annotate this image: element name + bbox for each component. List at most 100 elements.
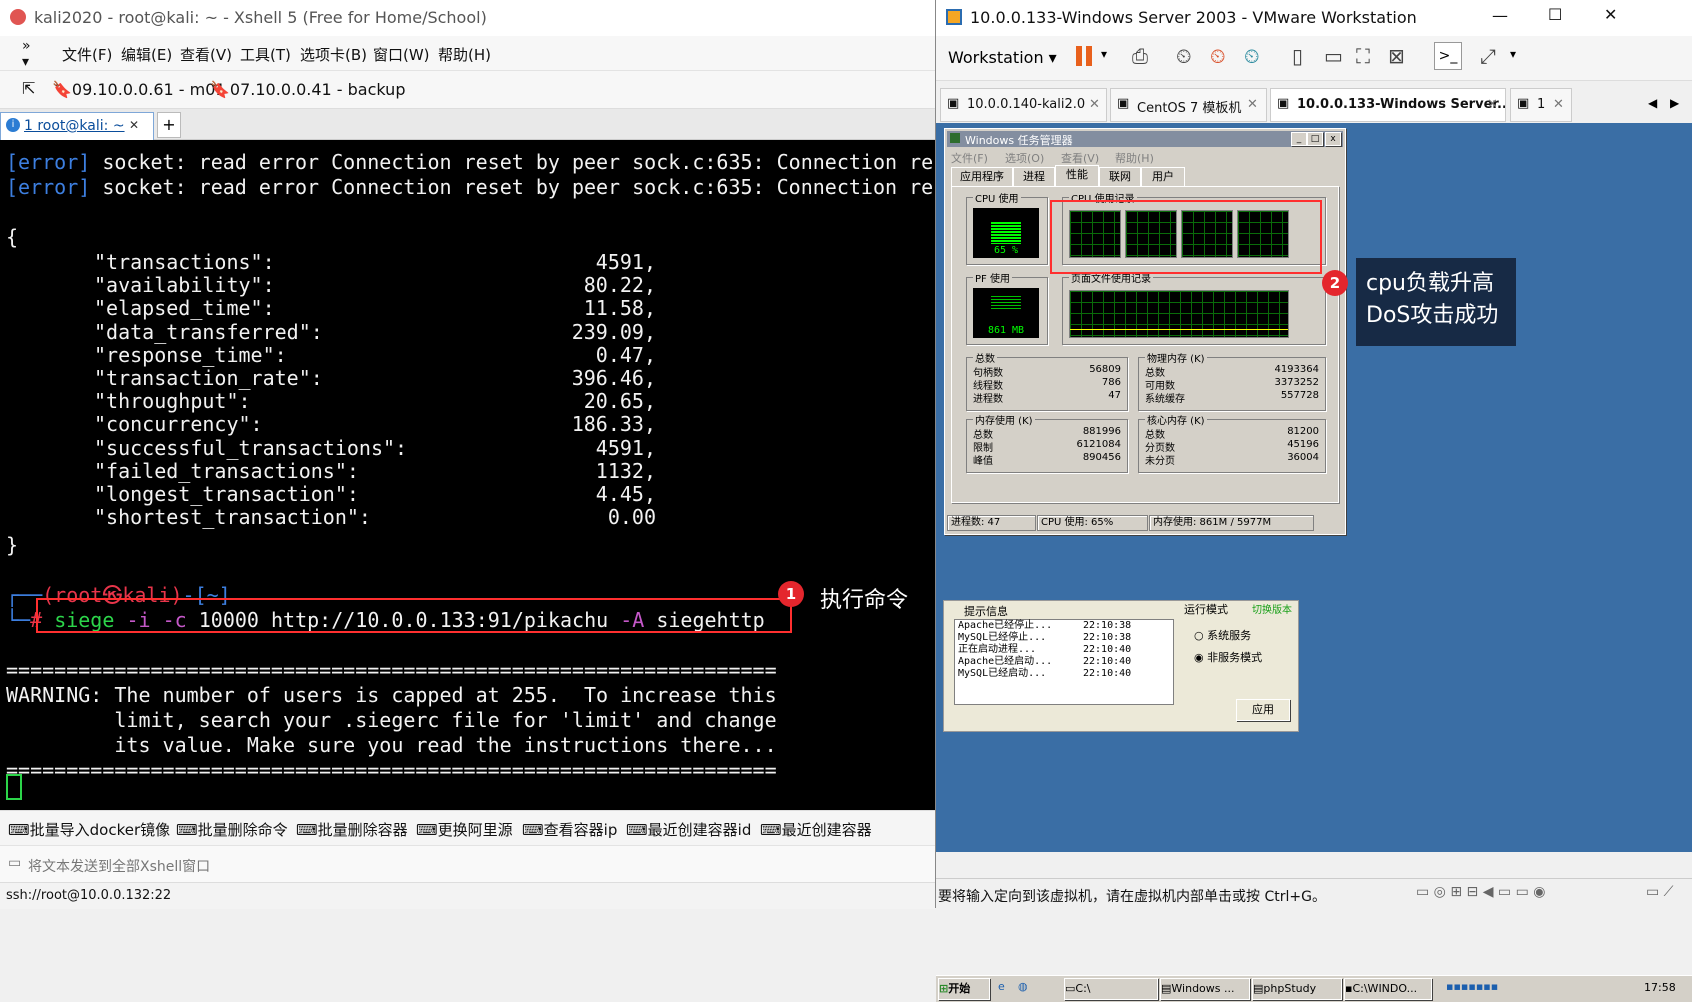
tm-tab-applications[interactable]: 应用程序 [951, 167, 1013, 186]
snapshot-icon[interactable]: ⏲ [1176, 44, 1192, 68]
desktop-icon[interactable]: ◍ [1018, 980, 1028, 993]
quick-import-docker[interactable]: ⌨批量导入docker镜像 [8, 819, 170, 840]
stat-value: 0.47, [595, 342, 656, 367]
tm-tab-processes[interactable]: 进程 [1013, 167, 1055, 186]
bookmark-menu-icon[interactable]: ⇱ [22, 79, 35, 98]
menu-help[interactable]: 帮助(H) [438, 44, 491, 65]
tm-menu-options[interactable]: 选项(O) [1005, 150, 1044, 166]
log-time: 22:10:40 [1083, 656, 1132, 667]
tab-scroll-right-icon[interactable]: ▶ [1670, 96, 1679, 110]
tab-close-icon[interactable]: ✕ [129, 118, 139, 132]
pf-usage-group: PF 使用 861 MB [966, 270, 1048, 345]
radio-system-service[interactable]: ○ 系统服务 [1194, 627, 1251, 643]
log-time: 22:10:40 [1083, 668, 1132, 679]
snapshot-manager-icon[interactable]: ⏲ [1244, 44, 1260, 68]
pause-icon[interactable] [1076, 46, 1082, 66]
menu-tools[interactable]: 工具(T) [240, 44, 291, 65]
quick-container-ip[interactable]: ⌨查看容器ip [522, 819, 617, 840]
tab-scroll-left-icon[interactable]: ◀ [1648, 96, 1657, 110]
warning-line: limit, search your .siegerc file for 'li… [6, 708, 777, 732]
chevron-down-icon[interactable]: ▾ [1510, 47, 1516, 61]
xshell-app-icon [10, 9, 26, 25]
menu-edit[interactable]: 编辑(E) [121, 44, 172, 65]
tm-tab-networking[interactable]: 联网 [1099, 167, 1141, 186]
task-manager-icon [950, 133, 960, 143]
tab-close-icon[interactable]: ✕ [1247, 97, 1258, 112]
tm-maximize-button[interactable]: □ [1307, 132, 1323, 146]
send-ctrl-alt-del-icon[interactable]: ⎙ [1132, 44, 1148, 68]
compose-placeholder: 将文本发送到全部Xshell窗口 [28, 859, 211, 875]
tab-close-icon[interactable]: ✕ [1089, 97, 1100, 112]
chevron-down-icon[interactable]: ▾ [1101, 47, 1107, 61]
fullscreen-icon[interactable]: ⛶ [1356, 44, 1370, 68]
taskbar-taskmgr[interactable]: ▤Windows ... [1160, 978, 1250, 1000]
quick-latest-container-id[interactable]: ⌨最近创建容器id [626, 819, 751, 840]
annotation-line: DoS攻击成功 [1366, 303, 1499, 328]
tm-tab-users[interactable]: 用户 [1141, 167, 1185, 186]
session-tab-kali[interactable]: i 1 root@kali: ~ ✕ [0, 112, 154, 140]
switch-version-link[interactable]: 切换版本 [1252, 601, 1292, 616]
keyboard-icon: ⌨ [8, 821, 30, 839]
quick-latest-container[interactable]: ⌨最近创建容器 [760, 819, 872, 840]
status-processes: 进程数: 47 [947, 515, 1036, 531]
quick-change-mirror[interactable]: ⌨更换阿里源 [416, 819, 513, 840]
apply-button[interactable]: 应用 [1236, 699, 1290, 721]
windows-logo-icon: ⊞ [939, 982, 949, 995]
tm-tab-performance[interactable]: 性能 [1055, 165, 1099, 186]
tab-close-icon[interactable]: ✕ [1487, 97, 1498, 112]
keyboard-icon: ⌨ [296, 821, 318, 839]
favorite-backup[interactable]: 🔖07.10.0.0.41 - backup [210, 80, 405, 99]
console-view-icon[interactable]: >_ [1434, 42, 1462, 70]
new-tab-button[interactable]: + [157, 112, 181, 138]
terminal[interactable]: [error] socket: read error Connection re… [0, 140, 945, 810]
stat-row-value: 56809 [1089, 364, 1121, 375]
close-icon[interactable]: ✕ [1604, 5, 1617, 24]
device-icons[interactable]: ▭ ◎ ⊞ ⊟ ◀ ▭ ▭ ◉ [1416, 884, 1546, 900]
maximize-icon[interactable]: ☐ [1548, 5, 1562, 24]
compose-bar[interactable]: ▭ 将文本发送到全部Xshell窗口 [0, 845, 935, 882]
taskbar-cmd[interactable]: ▭C:\ [1064, 978, 1158, 1000]
tm-menu-file[interactable]: 文件(F) [951, 150, 988, 166]
menu-file[interactable]: 文件(F) [62, 44, 112, 65]
menu-window[interactable]: 窗口(W) [373, 44, 430, 65]
fullscreen-status-icon[interactable]: ▭ ⟋ [1646, 884, 1673, 900]
tab-close-icon[interactable]: ✕ [1553, 97, 1564, 112]
vm-tab-centos[interactable]: ▣ CentOS 7 模板机 ✕ [1110, 88, 1267, 122]
unity-icon[interactable]: ⊠ [1388, 44, 1405, 68]
keyboard-icon: ⌨ [416, 821, 438, 839]
stretch-icon[interactable]: ⤢ [1480, 44, 1496, 68]
radio-non-service[interactable]: ◉ 非服务模式 [1194, 649, 1262, 665]
quick-batch-delete-container[interactable]: ⌨批量删除容器 [296, 819, 408, 840]
terminal-error-line: [error] socket: read error Connection re… [6, 175, 946, 199]
start-button[interactable]: ⊞开始 [938, 978, 990, 1000]
tm-menu-help[interactable]: 帮助(H) [1115, 150, 1154, 166]
tm-menu-view[interactable]: 查看(V) [1061, 150, 1099, 166]
tray-icon-network[interactable]: ▪▪▪▪▪▪▪ [1446, 980, 1498, 993]
xshell-titlebar: kali2020 - root@kali: ~ - Xshell 5 (Free… [0, 0, 935, 36]
tm-close-button[interactable]: x [1325, 132, 1341, 146]
toolbar-overflow-icon[interactable]: » ▾ [22, 38, 31, 70]
taskbar-phpstudy[interactable]: ▤phpStudy [1252, 978, 1342, 1000]
favorite-m01[interactable]: 🔖09.10.0.0.61 - m01 [52, 80, 226, 99]
workstation-menu[interactable]: Workstation ▾ [948, 48, 1057, 67]
vm-icon: ▣ [1517, 96, 1530, 111]
tm-minimize-button[interactable]: _ [1291, 132, 1307, 146]
vm-tab-win2003[interactable]: ▣ 10.0.0.133-Windows Server... ✕ [1270, 88, 1506, 122]
vm-tab-kali[interactable]: ▣ 10.0.0.140-kali2.0 ✕ [940, 88, 1107, 122]
stat-row-label: 系统缓存 [1145, 394, 1185, 405]
revert-snapshot-icon[interactable]: ⏲ [1210, 44, 1226, 68]
minimize-icon[interactable]: — [1492, 6, 1508, 25]
sidebar-toggle-icon[interactable]: ▯ [1292, 44, 1303, 68]
stat-row: 系统缓存 557728 [1145, 390, 1319, 405]
vm-tab-more[interactable]: ▣ 1 ✕ [1510, 88, 1572, 122]
ie-icon[interactable]: e [998, 980, 1005, 993]
menu-tabs[interactable]: 选项卡(B) [300, 44, 367, 65]
keyboard-icon: ⌨ [522, 821, 544, 839]
hint-label: 提示信息 [964, 605, 1008, 618]
menu-view[interactable]: 查看(V) [180, 44, 232, 65]
taskbar-windows-cmd[interactable]: ▪C:\WINDO... [1344, 978, 1432, 1000]
phpstudy-panel: 提示信息 Apache已经停止... 22:10:38 MySQL已经停止... 22… [943, 600, 1299, 732]
pf-usage-fill [991, 296, 1021, 310]
thumbnail-icon[interactable]: ▭ [1324, 44, 1343, 68]
quick-batch-delete-cmd[interactable]: ⌨批量删除命令 [176, 819, 288, 840]
